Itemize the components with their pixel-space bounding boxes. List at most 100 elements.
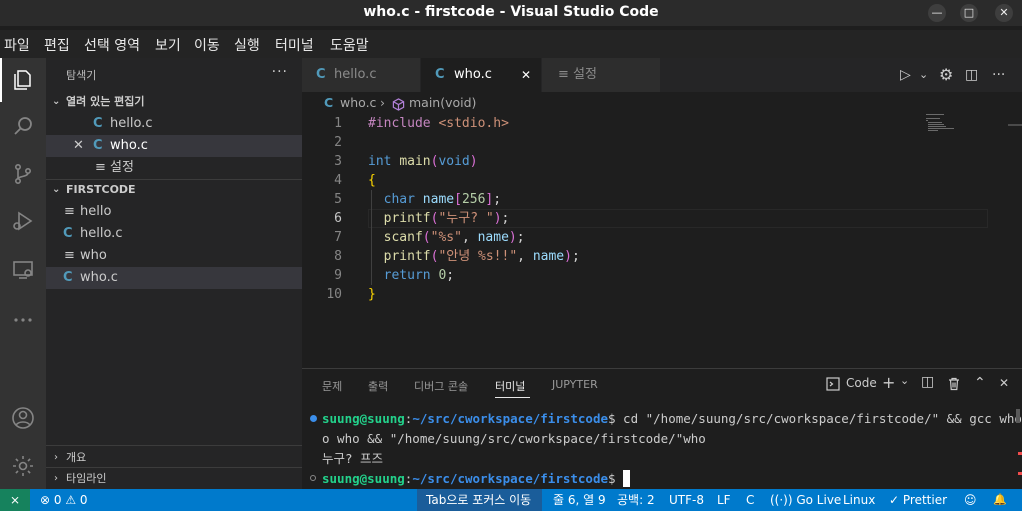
- encoding[interactable]: UTF-8: [669, 489, 704, 511]
- trash-icon[interactable]: [947, 377, 961, 391]
- c-file-icon: C: [93, 116, 103, 131]
- terminal-name[interactable]: Code: [846, 376, 877, 390]
- indentation[interactable]: 공백: 2: [617, 489, 655, 511]
- divider: [46, 445, 302, 446]
- tab-output[interactable]: 출력: [368, 378, 388, 394]
- file-item[interactable]: ≡ who: [46, 245, 302, 267]
- files-icon[interactable]: [0, 58, 46, 102]
- code-editor[interactable]: 1 2 3 4 5 6 7 8 9 10 #include <stdio.h> …: [302, 114, 1022, 368]
- sidebar-title: 탐색기: [66, 69, 97, 82]
- tab-hello-c[interactable]: C hello.c: [302, 58, 420, 92]
- tab-settings[interactable]: ≡ 설정: [542, 58, 660, 92]
- terminal-icon: [826, 377, 840, 391]
- more-icon[interactable]: [0, 298, 46, 342]
- terminal-cursor: [623, 470, 631, 487]
- breadcrumb-symbol[interactable]: main(void): [409, 92, 476, 114]
- run-debug-icon[interactable]: [0, 199, 46, 243]
- line-number: 6: [334, 211, 342, 226]
- split-editor-icon[interactable]: ◫: [965, 58, 978, 92]
- remote-indicator[interactable]: ⨯: [0, 489, 30, 511]
- chevron-down-icon[interactable]: ⌄: [900, 374, 909, 387]
- add-terminal-icon[interactable]: +: [882, 373, 895, 392]
- menu-edit[interactable]: 편집: [44, 35, 70, 55]
- menu-run[interactable]: 실행: [234, 35, 260, 55]
- scrollbar-error-mark: [1018, 472, 1022, 475]
- settings-gear-icon[interactable]: [0, 444, 46, 488]
- feedback-icon[interactable]: ☺: [964, 489, 977, 511]
- code-line: #include <stdio.h>: [368, 116, 509, 131]
- terminal-prompt-line[interactable]: suung@suung:~/src/cworkspace/firstcode$: [322, 469, 631, 489]
- code-line: return 0;: [383, 268, 455, 283]
- tab-problems[interactable]: 문제: [322, 378, 342, 394]
- problems-status[interactable]: ⊗ 0 ⚠ 0: [40, 489, 88, 511]
- line-number: 7: [334, 230, 342, 245]
- tab-jupyter[interactable]: JUPYTER: [552, 378, 598, 391]
- settings-file-icon: ≡: [558, 67, 569, 82]
- editor-tab-bar: C hello.c C who.c ✕ ≡ 설정 ▷ ⌄ ⚙ ◫ ···: [302, 58, 1022, 92]
- notifications-bell-icon[interactable]: 🔔: [993, 489, 1007, 511]
- terminal-scrollbar[interactable]: [1016, 409, 1020, 423]
- tab-debug-console[interactable]: 디버그 콘솔: [414, 378, 468, 394]
- command-success-dot: [310, 415, 317, 422]
- split-terminal-icon[interactable]: ◫: [921, 374, 934, 390]
- remote-explorer-icon[interactable]: [0, 248, 46, 292]
- file-item[interactable]: C who.c: [46, 267, 302, 289]
- file-item[interactable]: C hello.c: [46, 223, 302, 245]
- close-icon[interactable]: ✕: [521, 58, 531, 92]
- status-bar: ⨯ ⊗ 0 ⚠ 0 Tab으로 포커스 이동 줄 6, 열 9 공백: 2 UT…: [0, 489, 1022, 511]
- tab-terminal[interactable]: 터미널: [495, 378, 525, 394]
- menu-help[interactable]: 도움말: [330, 35, 369, 55]
- settings-file-icon: ≡: [95, 160, 106, 175]
- command-pending-dot: [310, 475, 316, 481]
- c-file-icon: C: [63, 226, 73, 241]
- end-of-line[interactable]: LF: [717, 489, 731, 511]
- tab-focus-mode[interactable]: Tab으로 포커스 이동: [426, 489, 531, 511]
- menu-view[interactable]: 보기: [155, 35, 181, 55]
- tab-who-c[interactable]: C who.c ✕: [421, 58, 541, 92]
- c-file-icon: C: [324, 95, 334, 110]
- close-icon[interactable]: ✕: [73, 135, 84, 157]
- open-editor-item[interactable]: ✕ C who.c: [46, 135, 302, 157]
- line-number: 2: [334, 135, 342, 150]
- platform[interactable]: Linux: [843, 489, 875, 511]
- cursor-position[interactable]: 줄 6, 열 9: [553, 489, 606, 511]
- menu-file[interactable]: 파일: [4, 35, 30, 55]
- bottom-panel: 문제 출력 디버그 콘솔 터미널 JUPYTER Code + ⌄ ◫ ⌃ ✕ …: [302, 368, 1022, 489]
- account-icon[interactable]: [0, 396, 46, 440]
- run-icon[interactable]: ▷: [900, 58, 911, 92]
- go-live-button[interactable]: ((·)) Go Live: [770, 489, 841, 511]
- menu-go[interactable]: 이동: [194, 35, 220, 55]
- close-window-button[interactable]: ✕: [995, 4, 1013, 22]
- outline-header[interactable]: › 개요: [46, 447, 302, 469]
- open-editor-item[interactable]: C hello.c: [46, 113, 302, 135]
- minimap[interactable]: [926, 114, 1010, 144]
- maximize-panel-icon[interactable]: ⌃: [974, 375, 986, 391]
- code-line: }: [368, 287, 376, 302]
- breadcrumb-file[interactable]: who.c: [340, 92, 376, 114]
- search-icon[interactable]: [0, 104, 46, 148]
- line-number: 5: [334, 192, 342, 207]
- minimize-button[interactable]: —: [928, 4, 946, 22]
- binary-file-icon: ≡: [64, 204, 75, 219]
- file-item[interactable]: ≡ hello: [46, 201, 302, 223]
- source-control-icon[interactable]: [0, 152, 46, 196]
- chevron-down-icon[interactable]: ⌄: [919, 58, 928, 92]
- menu-terminal[interactable]: 터미널: [275, 35, 314, 55]
- folder-header[interactable]: ⌄ FIRSTCODE: [46, 179, 302, 201]
- breadcrumb: C who.c › main(void): [302, 92, 1022, 114]
- timeline-header[interactable]: › 타임라인: [46, 468, 302, 490]
- chevron-right-icon: ›: [54, 452, 58, 463]
- prettier-status[interactable]: ✓ Prettier: [889, 489, 947, 511]
- close-panel-icon[interactable]: ✕: [999, 376, 1009, 390]
- sidebar-more-button[interactable]: ···: [272, 64, 288, 80]
- overview-ruler-mark: [1008, 124, 1022, 126]
- menu-selection[interactable]: 선택 영역: [84, 35, 140, 55]
- language-mode[interactable]: C: [746, 489, 754, 511]
- open-editors-header[interactable]: ⌄ 열려 있는 편집기: [46, 91, 302, 113]
- binary-file-icon: ≡: [64, 248, 75, 263]
- more-actions-icon[interactable]: ···: [992, 58, 1005, 92]
- line-number: 10: [326, 287, 342, 302]
- open-editor-item[interactable]: ≡ 설정: [46, 157, 302, 179]
- gear-icon[interactable]: ⚙: [939, 58, 953, 92]
- maximize-button[interactable]: □: [960, 4, 978, 22]
